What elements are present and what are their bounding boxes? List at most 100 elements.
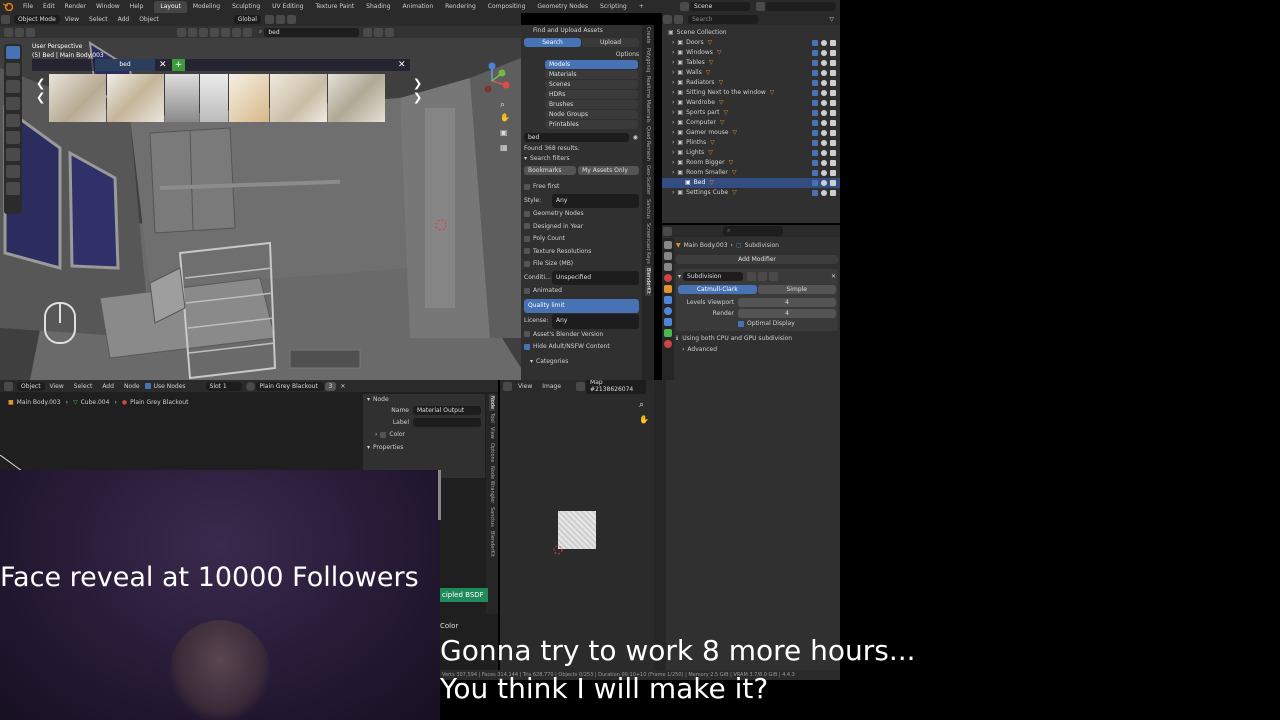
node-tab-node[interactable]: Node xyxy=(489,394,495,412)
image-zoom-icon[interactable]: ⌕ xyxy=(639,400,644,410)
pivot-icon[interactable] xyxy=(264,15,274,24)
expand-chevron-icon[interactable]: › xyxy=(672,78,674,88)
viewport-menu-select[interactable]: Select xyxy=(84,16,113,23)
node-tab-tool[interactable]: Tool xyxy=(489,411,495,425)
filter-file-size[interactable]: File Size (MB) xyxy=(524,258,639,271)
asset-bar-prev-icon[interactable]: ❮ ❮ xyxy=(36,77,45,105)
exclude-checkbox-icon[interactable] xyxy=(812,40,818,46)
tab-scripting[interactable]: Scripting xyxy=(594,1,633,13)
camera-render-icon[interactable] xyxy=(830,50,836,56)
category-node-groups[interactable]: Node Groups xyxy=(545,110,638,119)
expand-chevron-icon[interactable]: › xyxy=(672,68,674,78)
camera-render-icon[interactable] xyxy=(830,130,836,136)
camera-render-icon[interactable] xyxy=(830,90,836,96)
visibility-icon[interactable] xyxy=(177,27,186,37)
expand-chevron-icon[interactable]: › xyxy=(672,148,674,158)
filter-designed-year[interactable]: Designed in Year xyxy=(524,221,639,234)
node-tab-view[interactable]: View xyxy=(489,425,495,441)
bookmarks-button[interactable]: Bookmarks xyxy=(524,166,577,175)
asset-bar-clear-icon[interactable]: ✕ xyxy=(159,59,167,71)
outliner-item[interactable]: › ▣ Plinths ▽ xyxy=(662,138,840,148)
node-label-field[interactable] xyxy=(413,418,481,427)
move-tool-icon[interactable] xyxy=(6,80,20,93)
outliner-item[interactable]: › ▣ Radiators ▽ xyxy=(662,78,840,88)
xray-icon[interactable] xyxy=(210,27,219,37)
hide-adult-checkbox[interactable]: Hide Adult/NSFW Content xyxy=(524,341,639,354)
tab-uv-editing[interactable]: UV Editing xyxy=(266,1,309,13)
exclude-checkbox-icon[interactable] xyxy=(812,100,818,106)
optimal-display-checkbox[interactable]: Optimal Display xyxy=(738,320,836,327)
exclude-checkbox-icon[interactable] xyxy=(812,190,818,196)
tool-tab-icon[interactable] xyxy=(664,241,672,249)
image-editor-type-icon[interactable] xyxy=(503,381,512,391)
style-dropdown[interactable]: Any xyxy=(552,193,639,208)
scene-selector[interactable]: Scene xyxy=(690,2,750,11)
levels-viewport-field[interactable]: 4 xyxy=(738,298,836,307)
image-pan-icon[interactable]: ✋ xyxy=(639,415,649,424)
expand-chevron-icon[interactable]: › xyxy=(672,138,674,148)
outliner-item[interactable]: › ▣ Wardrobe ▽ xyxy=(662,98,840,108)
outliner-item[interactable]: › ▣ Doors ▽ xyxy=(662,38,840,48)
camera-render-icon[interactable] xyxy=(830,190,836,196)
snap-icon[interactable] xyxy=(275,15,285,24)
category-brushes[interactable]: Brushes xyxy=(545,100,638,109)
physics-tab-icon[interactable] xyxy=(664,318,672,326)
perspective-toggle-icon[interactable]: ▦ xyxy=(500,143,508,152)
npanel-tab-realtime-materials[interactable]: Realtime Materials xyxy=(645,74,651,125)
viewport-search-input[interactable]: bed xyxy=(264,27,360,37)
world-tab-icon[interactable] xyxy=(664,274,672,282)
outliner-filter-icon[interactable]: ▽ xyxy=(829,16,834,23)
modifier-viewport-icon[interactable] xyxy=(758,271,768,281)
outliner-item[interactable]: › ▣ Room Bigger ▽ xyxy=(662,158,840,168)
node-tab-options[interactable]: Options xyxy=(489,441,495,464)
viewport-menu-object[interactable]: Object xyxy=(134,16,164,23)
view-layer-selector[interactable] xyxy=(766,2,836,11)
object-tab-icon[interactable] xyxy=(664,285,672,293)
search-filters-header[interactable]: ▾ Search filters xyxy=(524,155,639,162)
npanel-tab-sanctus[interactable]: Sanctus xyxy=(645,197,651,221)
exclude-checkbox-icon[interactable] xyxy=(812,150,818,156)
node-menu-add[interactable]: Add xyxy=(97,383,119,390)
eye-icon[interactable]: ◉ xyxy=(633,134,638,141)
viewport-menu-view[interactable]: View xyxy=(60,16,84,23)
npanel-tab-polygoniq[interactable]: Polygoniq xyxy=(645,46,651,74)
filter-icon[interactable] xyxy=(363,27,373,37)
principled-bsdf-node-header[interactable]: cipled BSDF xyxy=(440,588,488,602)
render-tab-icon[interactable] xyxy=(664,252,672,260)
select-extend-icon[interactable] xyxy=(15,27,24,37)
exclude-checkbox-icon[interactable] xyxy=(812,140,818,146)
menu-edit[interactable]: Edit xyxy=(38,3,60,10)
asset-thumb-7[interactable] xyxy=(328,74,385,122)
npanel-tab-quad-remesh[interactable]: Quad Remesh xyxy=(645,124,651,163)
navigation-gizmo[interactable] xyxy=(478,59,518,99)
category-models[interactable]: Models xyxy=(545,60,638,69)
eye-visibility-icon[interactable] xyxy=(821,180,827,186)
camera-render-icon[interactable] xyxy=(830,100,836,106)
outliner-item[interactable]: › ▣ Walls ▽ xyxy=(662,68,840,78)
transform-tool-icon[interactable] xyxy=(6,131,20,144)
modifier-tab-icon[interactable] xyxy=(664,296,672,304)
asset-thumb-6[interactable] xyxy=(270,74,328,122)
my-assets-button[interactable]: My Assets Only xyxy=(578,166,639,175)
exclude-checkbox-icon[interactable] xyxy=(812,50,818,56)
outliner-search-input[interactable]: Search xyxy=(688,14,758,24)
tab-texture-paint[interactable]: Texture Paint xyxy=(309,1,360,13)
asset-bar-close-icon[interactable]: ✕ xyxy=(398,59,406,71)
node-editor-type-icon[interactable] xyxy=(4,381,13,391)
eye-visibility-icon[interactable] xyxy=(821,130,827,136)
license-dropdown[interactable]: Any xyxy=(552,314,639,329)
camera-render-icon[interactable] xyxy=(830,60,836,66)
npanel-tab-create[interactable]: Create xyxy=(645,25,651,46)
expand-chevron-icon[interactable]: › xyxy=(672,118,674,128)
data-tab-icon[interactable] xyxy=(664,329,672,337)
expand-chevron-icon[interactable]: › xyxy=(672,188,674,198)
rotate-tool-icon[interactable] xyxy=(6,97,20,110)
camera-render-icon[interactable] xyxy=(830,180,836,186)
outliner-item[interactable]: › ▣ Tables ▽ xyxy=(662,58,840,68)
transform-orientation[interactable]: Global xyxy=(233,15,261,24)
asset-thumb-2[interactable] xyxy=(106,74,164,122)
tab-shading[interactable]: Shading xyxy=(360,1,396,13)
eye-visibility-icon[interactable] xyxy=(821,110,827,116)
node-tab-node-wrangler[interactable]: Node Wrangler xyxy=(489,464,495,505)
shading-solid-icon[interactable] xyxy=(221,27,230,37)
